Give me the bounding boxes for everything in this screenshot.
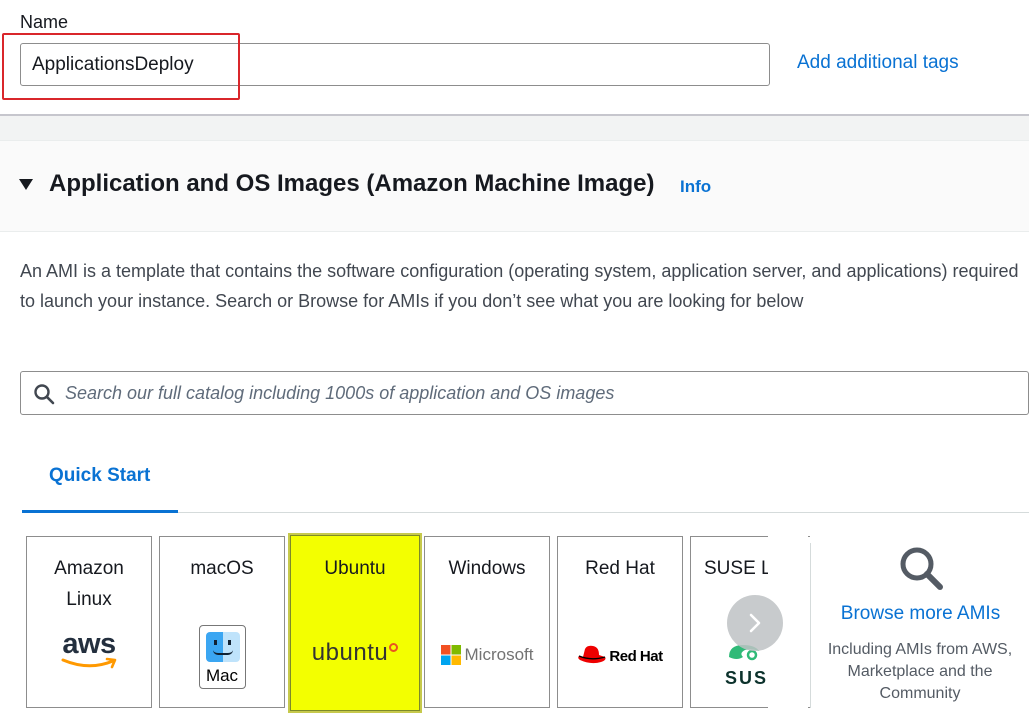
name-input[interactable]: ApplicationsDeploy <box>20 43 770 86</box>
search-icon <box>34 384 55 405</box>
ami-card-label: macOS <box>190 558 254 579</box>
magnifier-icon <box>900 547 943 590</box>
ami-section-title: Application and OS Images (Amazon Machin… <box>49 170 655 197</box>
ami-description: An AMI is a template that contains the s… <box>20 261 1019 311</box>
ami-card-label: Windows <box>448 558 526 579</box>
ami-card-macos[interactable]: macOS Mac <box>159 536 285 708</box>
ami-card-label: Amazon Linux <box>54 558 124 610</box>
ami-card-label: Ubuntu <box>324 558 386 579</box>
name-input-value: ApplicationsDeploy <box>32 53 194 75</box>
section-gap <box>0 116 1029 140</box>
ami-card-ubuntu[interactable]: Ubuntu ubuntu <box>288 533 422 713</box>
vertical-divider <box>810 543 811 708</box>
browse-more-amis-link[interactable]: Browse more AMIs <box>812 603 1029 625</box>
search-placeholder: Search our full catalog including 1000s … <box>65 383 615 403</box>
ami-card-windows[interactable]: Windows Microsoft <box>424 536 550 708</box>
ami-card-label: Red Hat <box>585 558 655 579</box>
ami-card-red-hat[interactable]: Red Hat Red Hat <box>557 536 683 708</box>
ubuntu-logo-icon: ubuntu <box>290 639 420 667</box>
microsoft-logo-icon: Microsoft <box>425 645 549 665</box>
aws-logo-icon: aws <box>27 629 151 671</box>
chevron-right-icon <box>749 613 761 633</box>
ami-search-input[interactable]: Search our full catalog including 1000s … <box>20 371 1029 415</box>
info-link[interactable]: Info <box>680 177 711 197</box>
tab-active-indicator <box>22 510 178 513</box>
carousel-next-button[interactable] <box>727 595 783 651</box>
finder-mac-icon: Mac <box>160 625 284 689</box>
ami-card-amazon-linux[interactable]: Amazon Linux aws <box>26 536 152 708</box>
add-additional-tags-link[interactable]: Add additional tags <box>797 52 959 74</box>
collapse-caret-icon[interactable] <box>19 179 33 190</box>
tab-quick-start[interactable]: Quick Start <box>49 465 150 487</box>
redhat-logo-icon: Red Hat <box>558 645 682 667</box>
browse-more-description: Including AMIs from AWS, Marketplace and… <box>827 641 1013 702</box>
name-label: Name <box>20 12 69 32</box>
